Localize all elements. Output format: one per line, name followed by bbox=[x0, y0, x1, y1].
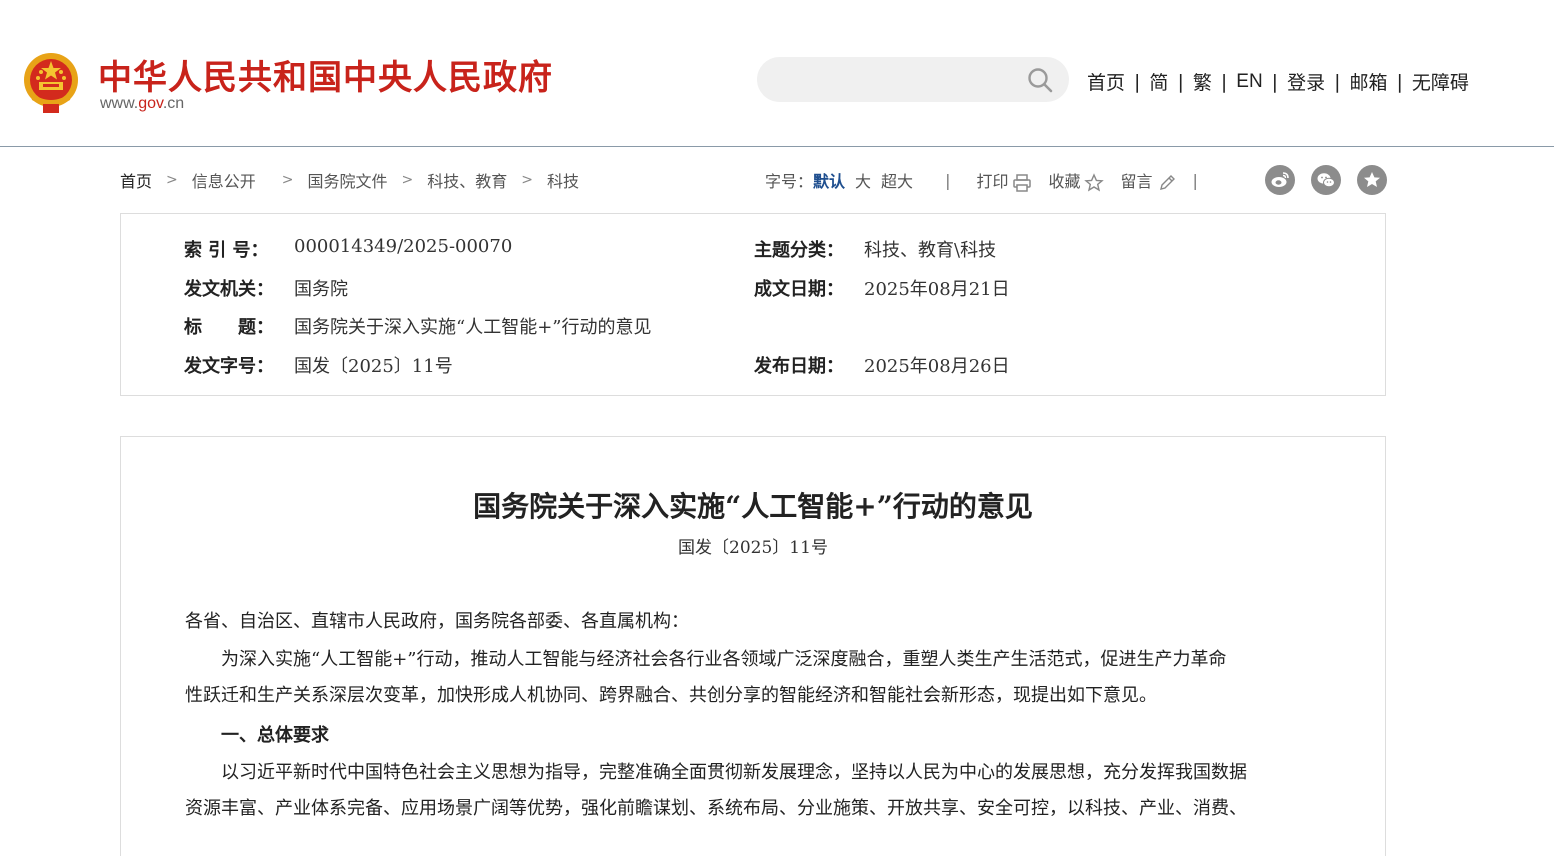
nav-traditional[interactable]: 繁 bbox=[1193, 68, 1212, 95]
toolbar-separator: | bbox=[945, 170, 951, 190]
font-default-button[interactable]: 默认 bbox=[813, 168, 845, 192]
search-icon[interactable] bbox=[1027, 67, 1053, 93]
font-large-button[interactable]: 大 bbox=[855, 168, 871, 192]
meta-title-row: 标 题： 国务院关于深入实施“人工智能+”行动的意见 bbox=[184, 313, 651, 339]
meta-published-date-value: 2025年08月26日 bbox=[864, 356, 1010, 377]
document-content: 国务院关于深入实施“人工智能+”行动的意见 国发〔2025〕11号 各省、自治区… bbox=[120, 436, 1386, 856]
document-title: 国务院关于深入实施“人工智能+”行动的意见 bbox=[473, 490, 1033, 523]
nav-home[interactable]: 首页 bbox=[1087, 68, 1125, 95]
site-title[interactable]: 中华人民共和国中央人民政府 bbox=[98, 50, 553, 99]
top-nav: 首页 | 简 | 繁 | EN | 登录 | 邮箱 | 无障碍 bbox=[1087, 68, 1469, 95]
meta-docno-row: 发文字号： 国发〔2025〕11号 bbox=[184, 352, 453, 378]
document-metadata: 索 引 号： 000014349/2025-00070 主题分类： 科技、教育\… bbox=[120, 213, 1386, 396]
chevron-right-icon: > bbox=[166, 172, 178, 188]
breadcrumb-info-public[interactable]: 信息公开 bbox=[192, 168, 256, 192]
chevron-right-icon: > bbox=[521, 172, 533, 188]
nav-separator: | bbox=[1271, 70, 1279, 93]
breadcrumb-toolbar: 首页 > 信息公开 > 国务院文件 > 科技、教育 > 科技 字号： 默认 大 … bbox=[120, 165, 1388, 195]
section-paragraph-line: 以习近平新时代中国特色社会主义思想为指导，完整准确全面贯彻新发展理念，坚持以人民… bbox=[185, 762, 1247, 783]
print-button[interactable]: 打印 bbox=[976, 168, 1032, 193]
page-tools: 字号： 默认 大 超大 | 打印 收藏 留言 | bbox=[765, 168, 1214, 193]
national-emblem-icon[interactable] bbox=[22, 50, 80, 114]
meta-topic-row: 主题分类： 科技、教育\科技 bbox=[754, 236, 996, 262]
nav-simplified[interactable]: 简 bbox=[1149, 68, 1168, 95]
chevron-right-icon: > bbox=[281, 172, 294, 188]
meta-index-value: 000014349/2025-00070 bbox=[294, 236, 513, 257]
pencil-icon bbox=[1159, 174, 1175, 190]
section-paragraph-line: 资源丰富、产业体系完备、应用场景广阔等优势，强化前瞻谋划、系统布局、分业施策、开… bbox=[185, 798, 1247, 819]
weibo-icon bbox=[1271, 172, 1289, 187]
favorite-button[interactable]: 收藏 bbox=[1048, 168, 1105, 193]
nav-separator: | bbox=[1396, 70, 1403, 93]
favorite-share-button[interactable] bbox=[1357, 165, 1387, 195]
nav-separator: | bbox=[1177, 70, 1184, 93]
meta-label: 主题分类： bbox=[754, 240, 844, 261]
printer-icon bbox=[1013, 173, 1032, 192]
url-gov: gov bbox=[138, 95, 163, 112]
search-box[interactable] bbox=[757, 57, 1069, 102]
meta-label: 标 题： bbox=[184, 317, 274, 338]
meta-written-date-row: 成文日期： 2025年08月21日 bbox=[754, 275, 1010, 301]
breadcrumb-home[interactable]: 首页 bbox=[120, 168, 152, 192]
meta-label: 发文字号： bbox=[184, 356, 274, 377]
section-heading: 一、总体要求 bbox=[185, 725, 329, 746]
url-suffix: .cn bbox=[162, 95, 185, 112]
nav-mail[interactable]: 邮箱 bbox=[1350, 68, 1388, 95]
meta-title-value: 国务院关于深入实施“人工智能+”行动的意见 bbox=[294, 317, 652, 338]
nav-login[interactable]: 登录 bbox=[1287, 68, 1325, 95]
breadcrumb: 首页 > 信息公开 > 国务院文件 > 科技、教育 > 科技 bbox=[120, 168, 579, 192]
star-icon bbox=[1364, 172, 1380, 187]
meta-topic-value: 科技、教育\科技 bbox=[864, 240, 997, 261]
nav-english[interactable]: EN bbox=[1236, 71, 1262, 93]
wechat-share-button[interactable] bbox=[1311, 165, 1341, 195]
breadcrumb-tech[interactable]: 科技 bbox=[547, 168, 579, 192]
nav-separator: | bbox=[1334, 70, 1341, 93]
wechat-icon bbox=[1317, 173, 1335, 188]
star-icon bbox=[1084, 172, 1105, 191]
meta-label: 索 引 号： bbox=[184, 240, 269, 261]
document-number: 国发〔2025〕11号 bbox=[678, 538, 828, 558]
font-size-label: 字号： bbox=[765, 172, 814, 192]
meta-written-date-value: 2025年08月21日 bbox=[864, 279, 1010, 300]
toolbar-separator: | bbox=[1192, 170, 1198, 190]
salutation: 各省、自治区、直辖市人民政府，国务院各部委、各直属机构： bbox=[185, 611, 689, 632]
meta-label: 成文日期： bbox=[754, 279, 844, 300]
comment-button[interactable]: 留言 bbox=[1120, 168, 1176, 193]
intro-paragraph-line: 为深入实施“人工智能+”行动，推动人工智能与经济社会各行业各领域广泛深度融合，重… bbox=[185, 649, 1227, 670]
weibo-share-button[interactable] bbox=[1265, 165, 1295, 195]
nav-separator: | bbox=[1220, 70, 1228, 93]
nav-separator: | bbox=[1134, 70, 1141, 93]
breadcrumb-state-council-docs[interactable]: 国务院文件 bbox=[308, 168, 388, 192]
nav-accessibility[interactable]: 无障碍 bbox=[1412, 68, 1469, 95]
breadcrumb-sci-edu[interactable]: 科技、教育 bbox=[427, 168, 507, 192]
meta-label: 发布日期： bbox=[754, 356, 844, 377]
site-header: 中华人民共和国中央人民政府 www.gov.cn 首页 | 简 | 繁 | EN | 登… bbox=[0, 0, 1554, 147]
site-url[interactable]: www.gov.cn bbox=[100, 95, 184, 113]
meta-published-date-row: 发布日期： 2025年08月26日 bbox=[754, 352, 1010, 378]
meta-label: 发文机关： bbox=[184, 279, 274, 300]
font-xlarge-button[interactable]: 超大 bbox=[881, 168, 913, 192]
print-label: 打印 bbox=[976, 172, 1009, 191]
meta-docno-value: 国发〔2025〕11号 bbox=[294, 356, 453, 377]
url-prefix: www. bbox=[100, 95, 139, 112]
chevron-right-icon: > bbox=[401, 172, 414, 188]
comment-label: 留言 bbox=[1120, 172, 1153, 191]
favorite-label: 收藏 bbox=[1048, 172, 1081, 191]
meta-index-row: 索 引 号： 000014349/2025-00070 bbox=[184, 236, 512, 262]
meta-issuer-value: 国务院 bbox=[294, 279, 348, 300]
meta-issuer-row: 发文机关： 国务院 bbox=[184, 275, 348, 301]
intro-paragraph-line: 性跃迁和生产关系深层次变革，加快形成人机协同、跨界融合、共创分享的智能经济和智能… bbox=[185, 685, 1157, 706]
